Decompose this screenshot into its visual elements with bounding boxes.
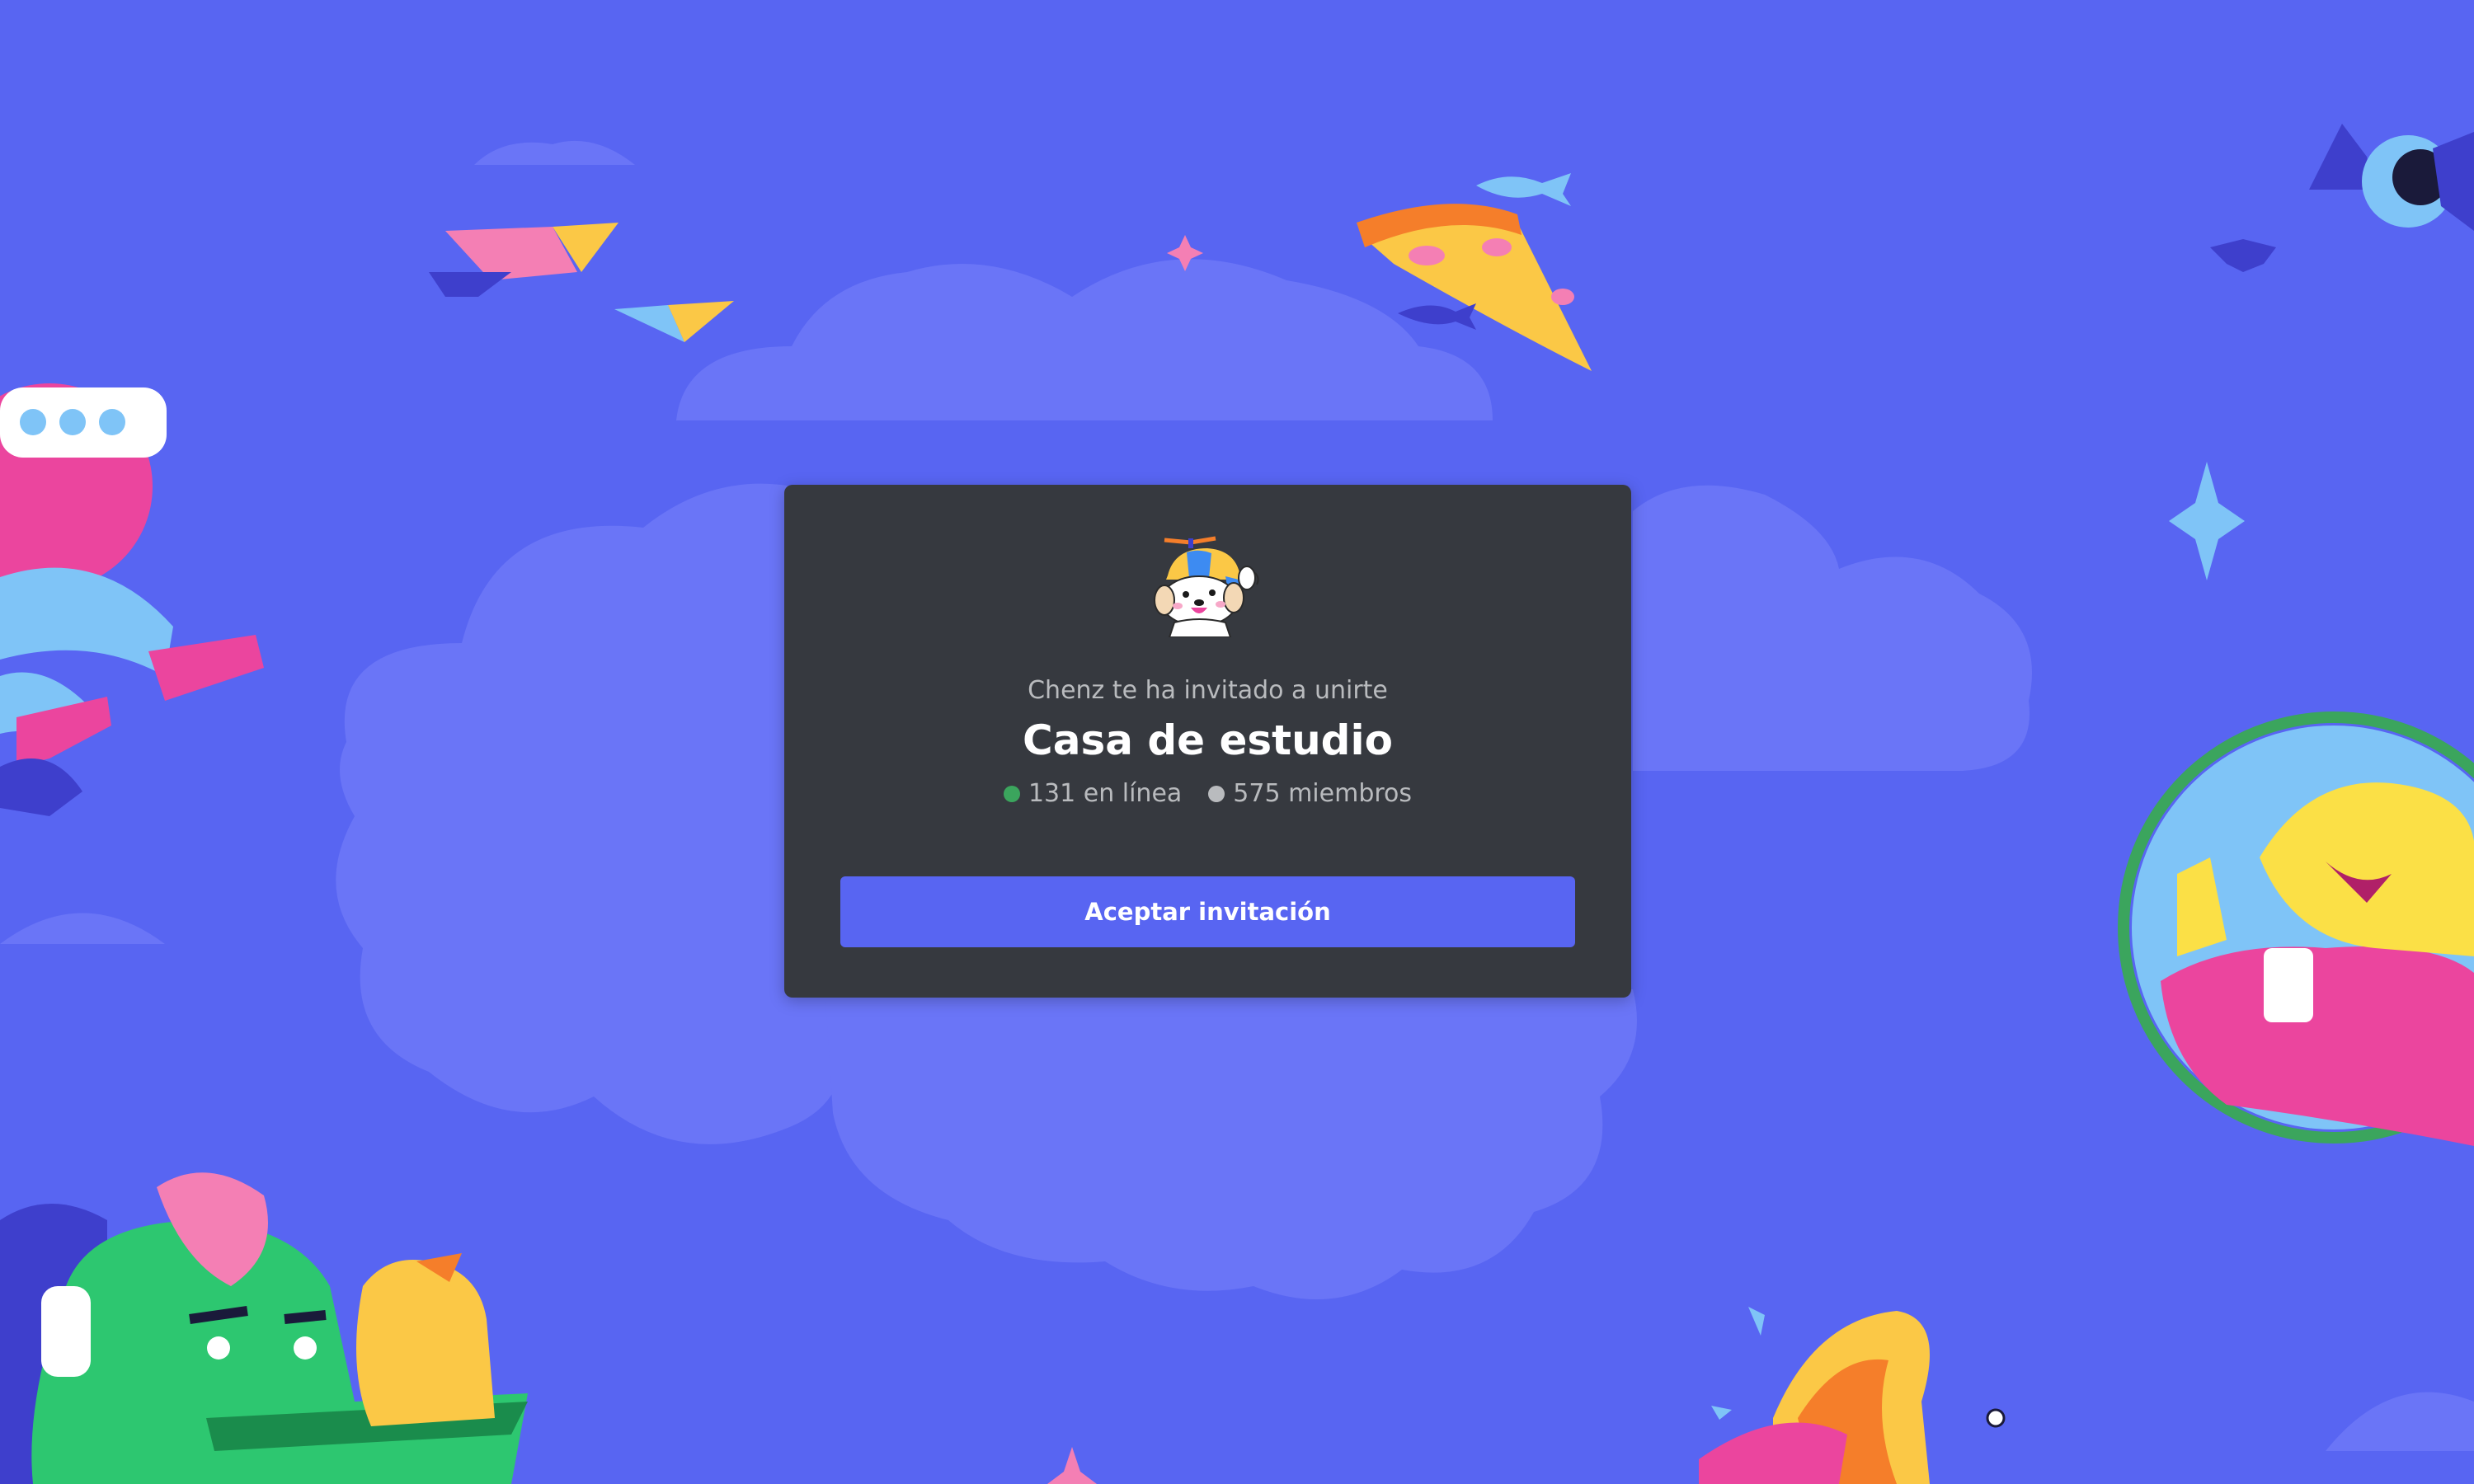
small-cloud-right — [2326, 1392, 2474, 1451]
member-count: 575 miembros — [1233, 779, 1413, 808]
sparkle-icon — [1047, 1447, 1097, 1484]
flying-book-icon — [429, 223, 618, 297]
online-count: 131 en línea — [1028, 779, 1183, 808]
fish-icon — [1476, 173, 1571, 206]
small-cloud-left — [0, 913, 165, 944]
members-stat: 575 miembros — [1208, 782, 1412, 806]
right-character-illustration — [2118, 711, 2474, 1146]
creature-eye-icon — [2362, 132, 2474, 231]
online-stat: 131 en línea — [1003, 779, 1183, 808]
server-name: Casa de estudio — [1023, 716, 1393, 764]
green-dot-icon — [1003, 786, 1020, 802]
gray-dot-icon — [1208, 786, 1225, 802]
bat-icon — [2210, 124, 2375, 272]
small-cloud — [474, 140, 635, 165]
bottom-cloud — [825, 989, 1637, 1299]
left-cloud — [336, 483, 843, 1144]
fish-icon — [1398, 303, 1476, 330]
invite-page: Chenz te ha invitado a unirte Casa de es… — [0, 0, 2474, 1484]
invite-card: Chenz te ha invitado a unirte Casa de es… — [784, 485, 1631, 998]
left-character-illustration — [0, 383, 264, 816]
sparkle-icon — [2169, 462, 2245, 580]
bottom-left-character-illustration — [0, 1172, 529, 1484]
puppy-with-propeller-cap-icon — [1154, 536, 1259, 637]
server-stats: 131 en línea 575 miembros — [784, 782, 1631, 806]
inviter-text: Chenz te ha invitado a unirte — [1028, 676, 1388, 705]
top-cloud — [676, 259, 1493, 420]
headphones-icon — [41, 1286, 91, 1377]
flying-book-icon — [614, 301, 734, 342]
right-cloud — [1633, 485, 2032, 771]
accept-invite-button[interactable]: Aceptar invitación — [840, 876, 1575, 947]
gramophone-icon — [1699, 1307, 2006, 1484]
